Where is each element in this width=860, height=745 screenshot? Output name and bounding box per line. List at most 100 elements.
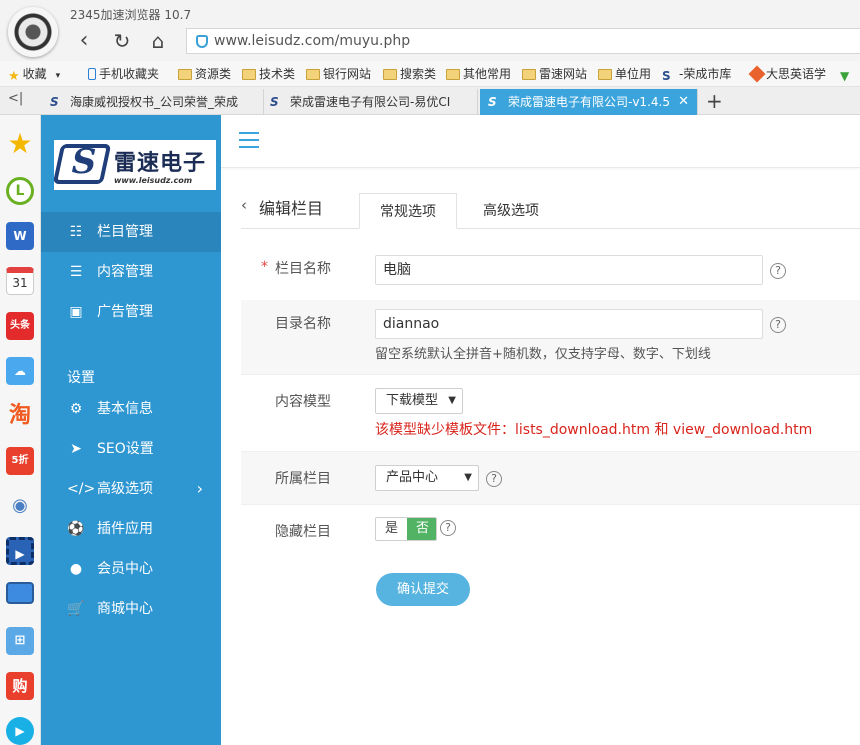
chevron-left-icon[interactable]: ‹: [241, 196, 247, 214]
parent-column-select[interactable]: 产品中心 ▼: [375, 465, 479, 491]
toggle-yes[interactable]: 是: [376, 518, 407, 540]
list-icon: ☰: [69, 264, 83, 280]
bookmark-folder[interactable]: 银行网站: [306, 65, 371, 83]
sidebar-item-seo[interactable]: ➤ SEO设置: [41, 429, 221, 469]
browser-logo[interactable]: [8, 7, 58, 57]
video-icon[interactable]: ▶: [6, 537, 34, 565]
site-logo-icon: S: [50, 95, 59, 109]
sidebar-item-content-manage[interactable]: ☰ 内容管理: [41, 252, 221, 292]
folder-icon: [383, 69, 397, 80]
shield-icon: [196, 35, 208, 48]
gear-icon: ⚙: [69, 401, 83, 417]
caret-down-icon: ▼: [464, 472, 472, 483]
sidebar-item-mall[interactable]: 🛒 商城中心: [41, 589, 221, 629]
bookmark-mobile[interactable]: 手机收藏夹: [88, 65, 159, 83]
taobao-icon[interactable]: 淘: [6, 402, 34, 430]
calculator-icon[interactable]: ⊞: [6, 627, 34, 655]
toutiao-icon[interactable]: 头条: [6, 312, 34, 340]
star-icon[interactable]: ★: [6, 130, 34, 159]
bookmarks-bar: ★ 收藏 ▾ 手机收藏夹 资源类 技术类 银行网站 搜索类 其他常用 雷速网站 单位…: [0, 61, 860, 87]
form-row-hidden: 隐藏栏目 是 否 ?: [241, 505, 860, 555]
calendar-icon[interactable]: 31: [6, 267, 34, 295]
brand-name: 雷速电子: [114, 151, 207, 176]
column-name-input[interactable]: 电脑: [375, 255, 763, 285]
sidebar-item-ad-manage[interactable]: ▣ 广告管理: [41, 292, 221, 332]
refresh-icon[interactable]: ↻: [110, 29, 134, 53]
help-icon[interactable]: ?: [486, 471, 502, 487]
browser-tab[interactable]: S 荣成雷速电子有限公司-易优CI: [262, 89, 478, 115]
tab-general[interactable]: 常规选项: [359, 193, 457, 229]
folder-icon: [598, 69, 612, 80]
browser-tab-active[interactable]: S 荣成雷速电子有限公司-v1.4.5 ✕: [480, 89, 698, 115]
bookmark-folder[interactable]: 其他常用: [446, 65, 511, 83]
discount-icon[interactable]: 5折: [6, 447, 34, 475]
puzzle-ball-icon: ⚽: [67, 521, 85, 537]
content-model-select[interactable]: 下载模型 ▼: [375, 388, 463, 414]
close-icon[interactable]: ✕: [678, 89, 689, 115]
sidebar-item-members[interactable]: ● 会员中心: [41, 549, 221, 589]
directory-name-input[interactable]: diannao: [375, 309, 763, 339]
phone-icon: [88, 68, 96, 80]
monitor-icon[interactable]: [6, 582, 34, 604]
address-bar[interactable]: www.leisudz.com/muyu.php: [186, 28, 860, 54]
help-icon[interactable]: ?: [770, 263, 786, 279]
new-tab-icon[interactable]: +: [706, 90, 723, 112]
bookmark-overflow[interactable]: ▼: [840, 65, 855, 83]
bookmark-favorites[interactable]: ★ 收藏 ▾: [8, 65, 61, 84]
form-row-directory: 目录名称 diannao ? 留空系统默认全拼音+随机数，仅支持字母、数字、下划…: [241, 300, 860, 375]
hidden-label: 隐藏栏目: [275, 524, 331, 540]
tab-advanced[interactable]: 高级选项: [467, 193, 555, 229]
site-logo-icon: S: [270, 95, 279, 109]
english-icon: ▼: [840, 69, 850, 83]
bookmark-site[interactable]: S -荣成市库: [662, 65, 731, 83]
sidebar-item-advanced[interactable]: </> 高级选项 ›: [41, 469, 221, 509]
address-url[interactable]: www.leisudz.com/muyu.php: [214, 33, 410, 49]
help-icon[interactable]: ?: [770, 317, 786, 333]
admin-sidebar: 雷速电子 www.leisudz.com ☷ 栏目管理 ☰ 内容管理 ▣ 广告管…: [41, 115, 221, 745]
browser-tab[interactable]: S 海康威视授权书_公司荣誉_荣成: [42, 89, 264, 115]
browser-title: 2345加速浏览器 10.7: [70, 8, 192, 22]
folder-icon: [178, 69, 192, 80]
form-row-model: 内容模型 下载模型 ▼ 该模型缺少模板文件：lists_download.htm …: [241, 375, 860, 450]
brand-logo[interactable]: 雷速电子 www.leisudz.com: [52, 140, 216, 190]
chevron-down-icon: ▾: [55, 71, 61, 81]
sidebar-item-plugins[interactable]: ⚽ 插件应用: [41, 509, 221, 549]
form-row-parent: 所属栏目 产品中心 ▼ ?: [241, 452, 860, 504]
clock-icon[interactable]: L: [6, 177, 34, 205]
home-icon[interactable]: ⌂: [146, 29, 170, 53]
weather-icon[interactable]: ☁: [6, 357, 34, 385]
bookmark-folder[interactable]: 雷速网站: [522, 65, 587, 83]
sidebar-item-basic-info[interactable]: ⚙ 基本信息: [41, 389, 221, 429]
gamepad-icon[interactable]: ◉: [6, 492, 34, 520]
folder-icon: [242, 69, 256, 80]
main-content: ‹ 编辑栏目 常规选项 高级选项 * 栏目名称 电脑 ? 目录名称 dianna…: [221, 115, 860, 745]
play-icon[interactable]: ▶: [6, 717, 34, 745]
name-label: 栏目名称: [275, 261, 331, 277]
site-logo-icon: S: [488, 95, 497, 109]
directory-label: 目录名称: [275, 316, 331, 332]
diamond-icon: [748, 65, 766, 83]
submit-button[interactable]: 确认提交: [376, 573, 470, 606]
star-icon: ★: [8, 69, 20, 84]
sidebar-item-column-manage[interactable]: ☷ 栏目管理: [41, 212, 221, 252]
shopping-icon[interactable]: 购: [6, 672, 34, 700]
hidden-toggle[interactable]: 是 否: [375, 517, 437, 541]
user-icon: ●: [69, 561, 83, 577]
back-icon[interactable]: ‹: [72, 29, 96, 53]
hamburger-menu-icon[interactable]: [239, 132, 259, 148]
word-icon[interactable]: W: [6, 222, 34, 250]
image-icon: ▣: [69, 304, 83, 320]
send-icon: ➤: [70, 441, 82, 457]
folder-icon: [446, 69, 460, 80]
help-icon[interactable]: ?: [440, 520, 456, 536]
caret-down-icon: ▼: [448, 395, 456, 406]
bookmark-site[interactable]: 大思英语学: [748, 65, 826, 83]
page-title: 编辑栏目: [259, 199, 324, 218]
parent-label: 所属栏目: [275, 471, 331, 487]
bookmark-folder[interactable]: 技术类: [242, 65, 295, 83]
sidebar-toggle-icon[interactable]: <|: [8, 91, 23, 106]
bookmark-folder[interactable]: 搜索类: [383, 65, 436, 83]
toggle-no[interactable]: 否: [407, 518, 436, 540]
bookmark-folder[interactable]: 单位用: [598, 65, 651, 83]
bookmark-folder[interactable]: 资源类: [178, 65, 231, 83]
